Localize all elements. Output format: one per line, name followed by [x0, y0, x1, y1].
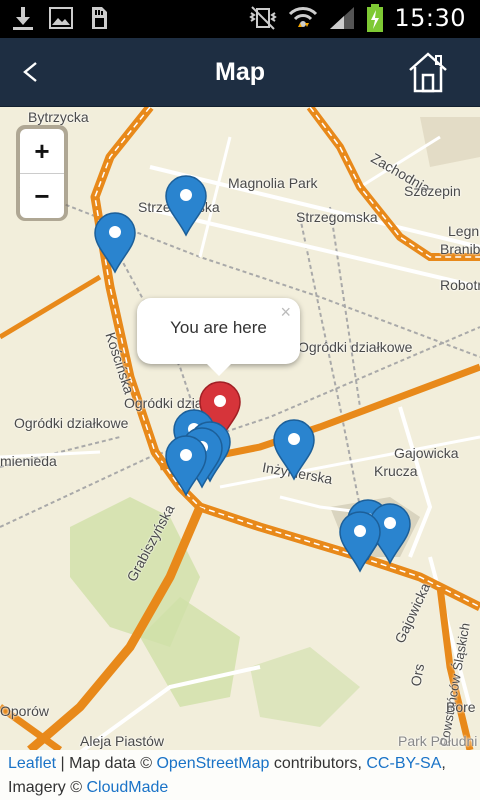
attribution-text: Imagery ©	[8, 779, 87, 796]
map-marker[interactable]	[338, 511, 382, 573]
zoom-control: + −	[16, 125, 68, 221]
attribution-text: | Map data ©	[56, 755, 157, 772]
popup-close-button[interactable]: ×	[280, 302, 291, 323]
street-label: Bytrzycka	[28, 109, 89, 125]
openstreetmap-link[interactable]: OpenStreetMap	[156, 755, 269, 772]
street-label: Branibo	[440, 241, 480, 257]
app-bar: Map	[0, 38, 480, 107]
street-label: mienieda	[0, 453, 57, 469]
home-button[interactable]	[406, 50, 450, 94]
signal-icon	[330, 7, 355, 29]
street-label: Gajowicka	[394, 445, 459, 461]
map-marker[interactable]	[164, 175, 208, 237]
cloudmade-link[interactable]: CloudMade	[86, 779, 168, 796]
location-popup: You are here ×	[137, 298, 300, 376]
image-icon	[49, 7, 73, 29]
battery-charging-icon	[367, 4, 384, 32]
vibrate-mute-icon	[249, 6, 278, 30]
map-view[interactable]: Bytrzycka Zachodnia Magnolia Park Szczep…	[0, 107, 480, 750]
attribution-text: contributors,	[269, 755, 367, 772]
street-label: Krucza	[374, 463, 418, 479]
leaflet-link[interactable]: Leaflet	[8, 755, 56, 772]
popup-tip	[205, 362, 233, 376]
map-marker[interactable]	[164, 435, 208, 497]
sd-card-icon	[92, 7, 107, 29]
popup-text: You are here	[170, 318, 267, 337]
street-label: Bore	[446, 699, 476, 715]
street-label: Aleja Piastów	[80, 733, 165, 749]
home-icon	[409, 52, 447, 93]
download-icon	[13, 7, 33, 30]
attribution-text: ,	[441, 755, 446, 772]
street-label: Szczepin	[404, 183, 461, 199]
map-marker[interactable]	[93, 212, 137, 274]
street-label: Ogródki działkowe	[298, 339, 413, 355]
wifi-icon	[289, 7, 318, 27]
zoom-in-button[interactable]: +	[20, 129, 64, 174]
street-label: Robotn	[440, 277, 480, 293]
clock: 15:30	[394, 4, 466, 32]
status-bar: 15:30	[0, 0, 480, 38]
street-label: Park Południ	[398, 733, 478, 749]
street-label: Strzegomska	[296, 209, 378, 225]
street-label: Legni	[448, 223, 480, 239]
map-marker[interactable]	[272, 419, 316, 481]
map-attribution: Leaflet | Map data © OpenStreetMap contr…	[0, 750, 480, 800]
zoom-out-button[interactable]: −	[20, 174, 64, 218]
street-label: Oporów	[0, 703, 50, 719]
street-label: Ogródki działkowe	[14, 415, 129, 431]
street-label: Magnolia Park	[228, 175, 318, 191]
license-link[interactable]: CC-BY-SA	[366, 755, 441, 772]
